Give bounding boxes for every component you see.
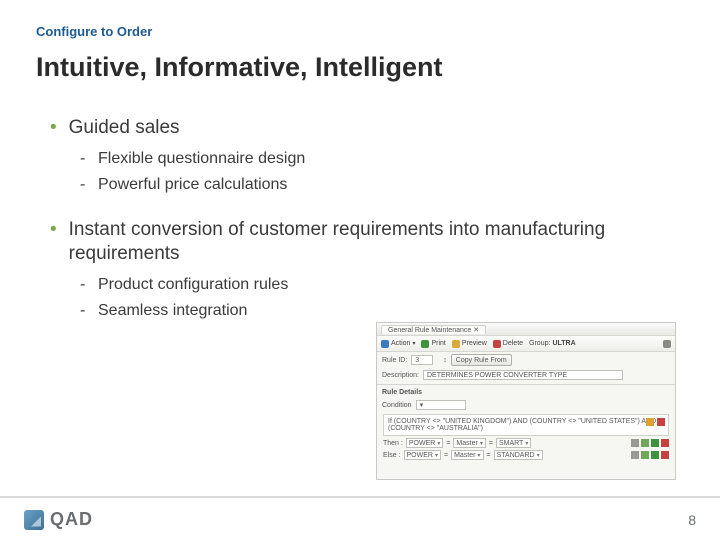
bullet-marker: • [50, 218, 57, 242]
delete-icon [493, 340, 501, 348]
action-icon [381, 340, 389, 348]
remove-icon[interactable] [661, 439, 669, 447]
close-icon[interactable]: ✕ [473, 327, 479, 334]
then-field-2[interactable]: Master [453, 438, 485, 448]
lookup-icon[interactable] [631, 451, 639, 459]
app-tabbar: General Rule Maintenance✕ [377, 323, 675, 336]
add-icon[interactable] [651, 451, 659, 459]
help-icon [663, 340, 671, 348]
kicker: Configure to Order [36, 24, 152, 39]
remove-icon[interactable] [661, 451, 669, 459]
bullet-marker: • [50, 116, 57, 140]
preview-icon [452, 340, 460, 348]
print-button[interactable]: Print [421, 340, 445, 348]
sub-bullet: -Product configuration rules [80, 274, 684, 296]
page-number: 8 [688, 512, 696, 528]
bullet-text: Instant conversion of customer requireme… [69, 218, 629, 266]
else-field-1[interactable]: POWER [404, 450, 441, 460]
embedded-app-window: General Rule Maintenance✕ Action▾ Print … [376, 322, 676, 480]
copy-rule-button[interactable]: Copy Rule From [451, 354, 512, 366]
move-up-icon[interactable] [641, 451, 649, 459]
then-field-3[interactable]: SMART [496, 438, 531, 448]
logo-text: QAD [50, 509, 93, 530]
content-area: • Guided sales -Flexible questionnaire d… [50, 116, 684, 344]
condition-text: If (COUNTRY <> "UNITED KINGDOM") AND (CO… [388, 418, 656, 432]
else-row: Else : POWER = Master = STANDARD [383, 450, 669, 460]
description-label: Description: [382, 372, 419, 379]
move-up-icon[interactable] [641, 439, 649, 447]
sub-bullet: -Powerful price calculations [80, 174, 684, 196]
condition-dropdown[interactable]: ▾ [416, 400, 466, 410]
delete-button[interactable]: Delete [493, 340, 523, 348]
sub-bullet: -Seamless integration [80, 300, 684, 322]
lookup-icon[interactable] [631, 439, 639, 447]
app-toolbar: Action▾ Print Preview Delete Group: ULTR… [377, 336, 675, 352]
else-field-2[interactable]: Master [451, 450, 483, 460]
stepper-icon[interactable]: ↕ [443, 357, 447, 364]
rule-id-label: Rule ID: [382, 357, 407, 364]
brand-logo: QAD [24, 509, 93, 530]
help-button[interactable] [663, 340, 671, 348]
footer-divider [0, 496, 720, 498]
rule-details-label: Rule Details [382, 389, 422, 396]
then-row: Then : POWER = Master = SMART [383, 438, 669, 448]
else-label: Else : [383, 452, 401, 459]
action-menu[interactable]: Action▾ [381, 340, 415, 348]
app-tab[interactable]: General Rule Maintenance✕ [381, 325, 486, 334]
preview-button[interactable]: Preview [452, 340, 487, 348]
description-field[interactable]: DETERMINES POWER CONVERTER TYPE [423, 370, 623, 380]
then-label: Then : [383, 440, 403, 447]
condition-label: Condition [382, 402, 412, 409]
else-field-3[interactable]: STANDARD [494, 450, 543, 460]
slide-title: Intuitive, Informative, Intelligent [36, 52, 443, 83]
then-field-1[interactable]: POWER [406, 438, 443, 448]
edit-icon[interactable] [646, 418, 654, 426]
remove-icon[interactable] [657, 418, 665, 426]
print-icon [421, 340, 429, 348]
bullet-2: • Instant conversion of customer require… [50, 218, 684, 266]
add-icon[interactable] [651, 439, 659, 447]
bullet-text: Guided sales [69, 116, 180, 140]
rule-id-field[interactable]: 3 [411, 355, 433, 365]
sub-bullet: -Flexible questionnaire design [80, 148, 684, 170]
condition-box: If (COUNTRY <> "UNITED KINGDOM") AND (CO… [383, 414, 669, 436]
bullet-1: • Guided sales [50, 116, 684, 140]
group-label: Group: ULTRA [529, 340, 576, 347]
logo-mark-icon [24, 510, 44, 530]
